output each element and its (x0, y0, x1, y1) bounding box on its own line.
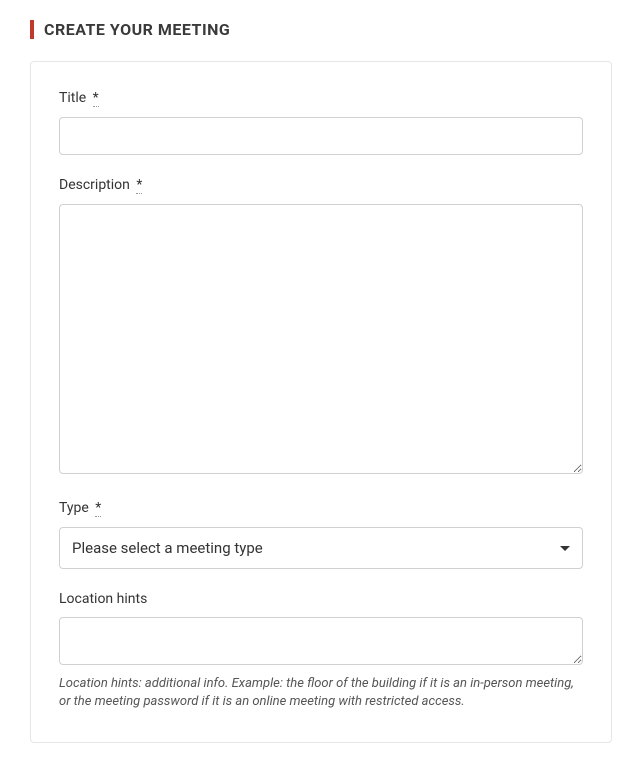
description-group: Description * (59, 177, 583, 478)
type-label-text: Type (59, 500, 89, 516)
location-hints-textarea[interactable] (59, 617, 583, 665)
title-input[interactable] (59, 117, 583, 155)
required-asterisk-icon: * (95, 501, 101, 517)
page-header: CREATE YOUR MEETING (30, 20, 612, 39)
page-title: CREATE YOUR MEETING (44, 20, 612, 39)
type-label: Type * (59, 500, 583, 517)
chevron-down-icon (560, 546, 570, 551)
description-textarea[interactable] (59, 204, 583, 474)
location-hints-help: Location hints: additional info. Example… (59, 675, 583, 710)
required-asterisk-icon: * (93, 91, 99, 107)
type-select-wrapper: Please select a meeting type (59, 527, 583, 569)
title-group: Title * (59, 90, 583, 155)
type-select-value: Please select a meeting type (72, 539, 263, 557)
location-hints-group: Location hints Location hints: additiona… (59, 591, 583, 710)
description-label: Description * (59, 177, 583, 194)
description-label-text: Description (59, 177, 130, 193)
type-group: Type * Please select a meeting type (59, 500, 583, 569)
title-label: Title * (59, 90, 583, 107)
title-label-text: Title (59, 90, 86, 106)
type-select[interactable]: Please select a meeting type (59, 527, 583, 569)
form-card: Title * Description * Type * Please sele… (30, 61, 612, 743)
location-hints-label: Location hints (59, 591, 583, 607)
required-asterisk-icon: * (136, 178, 142, 194)
location-hints-label-text: Location hints (59, 591, 147, 607)
